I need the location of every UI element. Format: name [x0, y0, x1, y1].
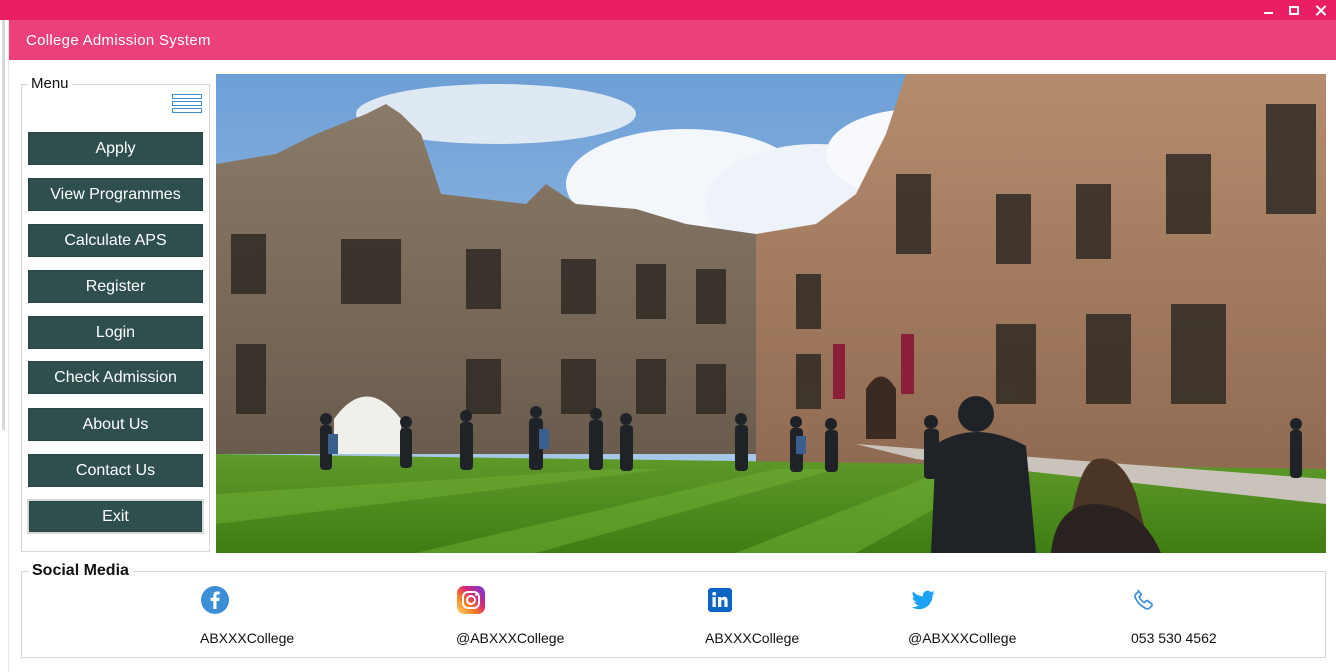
- phone-icon[interactable]: [1129, 585, 1159, 615]
- instagram-icon[interactable]: [456, 585, 486, 615]
- menu-legend: Menu: [28, 75, 72, 92]
- facebook-handle: ABXXXCollege: [200, 630, 295, 646]
- about-us-button[interactable]: About Us: [28, 408, 203, 441]
- register-button[interactable]: Register: [28, 270, 203, 303]
- college-campus-photo: [216, 74, 1326, 553]
- facebook-icon[interactable]: [200, 585, 230, 615]
- social-media-legend: Social Media: [29, 562, 132, 580]
- app-window: College Admission System Menu Apply View…: [0, 0, 1336, 672]
- twitter-handle: @ABXXXCollege: [908, 630, 1017, 646]
- app-title: College Admission System: [26, 31, 211, 49]
- maximize-icon[interactable]: [1288, 4, 1300, 16]
- check-admission-button[interactable]: Check Admission: [28, 361, 203, 394]
- minimize-icon[interactable]: [1262, 4, 1274, 16]
- twitter-icon[interactable]: [908, 585, 938, 615]
- calculate-aps-button[interactable]: Calculate APS: [28, 224, 203, 257]
- view-programmes-button[interactable]: View Programmes: [28, 178, 203, 211]
- exit-button[interactable]: Exit: [27, 499, 204, 534]
- apply-button[interactable]: Apply: [28, 132, 203, 165]
- contact-us-button[interactable]: Contact Us: [28, 454, 203, 487]
- window-title-bar: [0, 0, 1336, 20]
- linkedin-handle: ABXXXCollege: [705, 630, 800, 646]
- linkedin-icon[interactable]: [705, 585, 735, 615]
- app-header: College Admission System: [9, 20, 1336, 60]
- instagram-handle: @ABXXXCollege: [456, 630, 565, 646]
- window-left-strip: [2, 20, 5, 430]
- hamburger-icon[interactable]: [172, 94, 202, 114]
- login-button[interactable]: Login: [28, 316, 203, 349]
- close-icon[interactable]: [1314, 4, 1326, 16]
- window-controls: [1262, 0, 1326, 20]
- phone-number: 053 530 4562: [1131, 630, 1217, 646]
